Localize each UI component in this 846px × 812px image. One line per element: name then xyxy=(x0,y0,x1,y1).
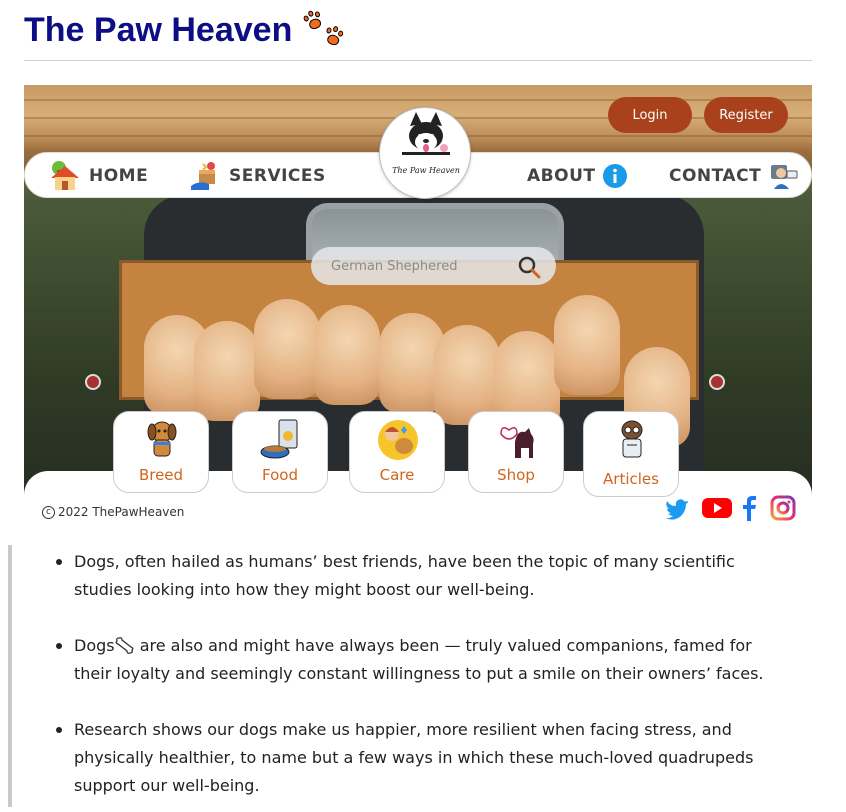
contact-icon xyxy=(769,161,799,191)
search-input[interactable] xyxy=(331,258,501,274)
page-title: The Paw Heaven xyxy=(24,8,348,52)
husky-icon xyxy=(402,112,450,155)
category-label: Articles xyxy=(603,470,659,488)
search-bar xyxy=(311,247,556,285)
nav-about-label: ABOUT xyxy=(527,166,596,186)
list-item-text: Dogs, often hailed as humans’ best frien… xyxy=(74,552,735,599)
list-item-text-end: are also and might have always been — tr… xyxy=(74,636,764,683)
dog-food-icon xyxy=(257,418,305,462)
register-button[interactable]: Register xyxy=(704,97,788,133)
facebook-icon[interactable] xyxy=(739,495,759,521)
category-breed[interactable]: Breed xyxy=(113,411,209,493)
logo-text: The Paw Heaven xyxy=(392,166,460,175)
category-label: Breed xyxy=(138,466,184,484)
nav-home[interactable]: HOME xyxy=(47,153,148,199)
shop-icon xyxy=(493,418,541,462)
nav-services-label: SERVICES xyxy=(229,166,326,186)
copyright-text: 2022 ThePawHeaven xyxy=(58,505,185,519)
list-item-text-start: Dogs xyxy=(74,636,115,655)
paw-prints-icon xyxy=(303,9,348,50)
articles-icon xyxy=(608,418,656,462)
category-label: Shop xyxy=(497,466,535,484)
facts-list: Dogs, often hailed as humans’ best frien… xyxy=(56,548,786,812)
list-item: Research shows our dogs make us happier,… xyxy=(56,716,786,800)
copyright-icon: c xyxy=(42,505,55,519)
copyright: c 2022 ThePawHeaven xyxy=(42,505,184,519)
site-logo[interactable]: The Paw Heaven xyxy=(379,107,471,199)
hero-banner: Login Register HOME SERVICES ABOUT CONTA… xyxy=(24,85,812,527)
services-icon xyxy=(187,160,221,192)
blockquote-bar xyxy=(8,545,12,807)
instagram-icon[interactable] xyxy=(770,495,796,521)
nav-contact[interactable]: CONTACT xyxy=(669,153,799,199)
search-icon[interactable] xyxy=(516,254,542,280)
tail-light-right xyxy=(709,374,725,390)
list-item: Dogs are also and might have always been… xyxy=(56,632,786,688)
category-shop[interactable]: Shop xyxy=(468,411,564,493)
category-food[interactable]: Food xyxy=(232,411,328,493)
category-care[interactable]: Care xyxy=(349,411,445,493)
nav-contact-label: CONTACT xyxy=(669,166,762,186)
nav-about[interactable]: ABOUT xyxy=(527,153,628,199)
list-item: Dogs, often hailed as humans’ best frien… xyxy=(56,548,786,604)
puppies-image xyxy=(144,295,704,447)
home-icon xyxy=(47,160,81,192)
info-icon xyxy=(603,164,628,188)
login-button[interactable]: Login xyxy=(608,97,692,133)
twitter-icon[interactable] xyxy=(664,495,690,521)
nav-services[interactable]: SERVICES xyxy=(187,153,326,199)
category-articles[interactable]: Articles xyxy=(583,411,679,497)
tail-light-left xyxy=(85,374,101,390)
page-title-text: The Paw Heaven xyxy=(24,11,293,49)
dog-icon xyxy=(138,418,186,462)
nav-home-label: HOME xyxy=(89,166,149,186)
bone-icon xyxy=(115,635,135,654)
youtube-icon[interactable] xyxy=(701,495,733,521)
category-label: Care xyxy=(379,466,415,484)
list-item-text: Research shows our dogs make us happier,… xyxy=(74,720,754,795)
care-icon xyxy=(374,418,422,462)
title-divider xyxy=(24,60,812,61)
category-label: Food xyxy=(262,466,298,484)
